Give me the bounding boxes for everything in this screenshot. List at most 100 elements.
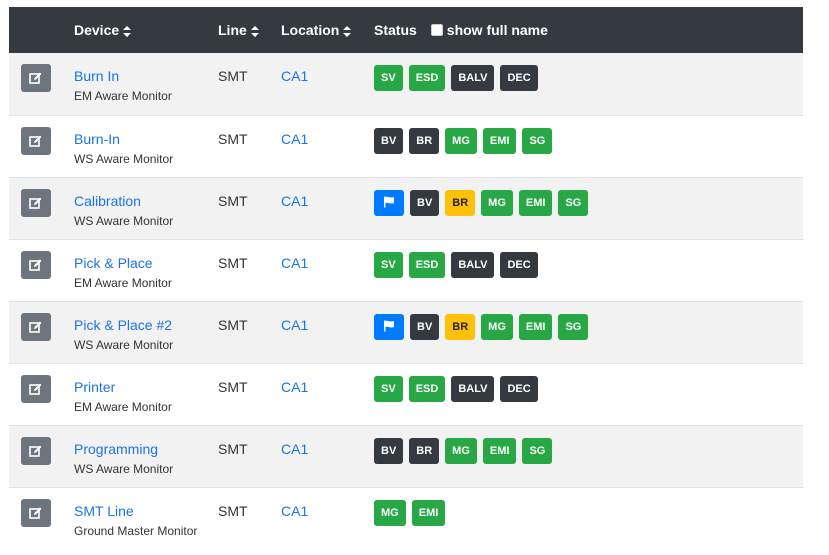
location-column-header[interactable]: Location <box>281 7 374 53</box>
device-name-link[interactable]: Programming <box>74 441 218 457</box>
device-cell: Programming WS Aware Monitor <box>74 425 218 487</box>
status-cell: SV ESD BALV DEC <box>374 53 803 115</box>
location-cell: CA1 <box>281 53 374 115</box>
edit-cell <box>9 115 74 177</box>
location-cell: CA1 <box>281 177 374 239</box>
device-cell: SMT Line Ground Master Monitor <box>74 487 218 549</box>
status-badge: BALV <box>451 375 495 402</box>
status-badge: EMI <box>518 313 553 340</box>
location-cell: CA1 <box>281 487 374 549</box>
status-badges: SV ESD BALV DEC <box>374 375 803 402</box>
line-cell: SMT <box>218 487 281 549</box>
device-cell: Pick & Place EM Aware Monitor <box>74 239 218 301</box>
edit-button[interactable] <box>21 374 51 403</box>
device-name-link[interactable]: SMT Line <box>74 503 218 519</box>
location-link[interactable]: CA1 <box>281 441 374 457</box>
device-cell: Burn-In WS Aware Monitor <box>74 115 218 177</box>
device-monitor-type: WS Aware Monitor <box>74 337 174 352</box>
location-link[interactable]: CA1 <box>281 255 374 271</box>
edit-button[interactable] <box>21 436 51 465</box>
line-cell: SMT <box>218 115 281 177</box>
edit-button[interactable] <box>21 64 51 92</box>
line-header-label: Line <box>218 22 247 38</box>
status-badge: EMI <box>482 127 517 154</box>
status-badge: BR <box>409 437 440 464</box>
status-badge: EMI <box>482 437 517 464</box>
edit-cell <box>9 363 74 425</box>
flag-icon <box>383 320 395 333</box>
flag-icon <box>383 196 395 209</box>
device-monitor-type: EM Aware Monitor <box>74 89 172 103</box>
show-full-name-label[interactable]: show full name <box>447 22 548 38</box>
edit-cell <box>9 239 74 301</box>
line-cell: SMT <box>218 425 281 487</box>
sort-icon <box>250 25 259 37</box>
device-header-label: Device <box>74 22 120 38</box>
line-value: SMT <box>218 130 248 147</box>
status-badge: BR <box>409 127 440 154</box>
status-cell: MG EMI <box>374 487 803 549</box>
location-link[interactable]: CA1 <box>281 68 374 84</box>
status-header-label: Status <box>374 22 417 38</box>
status-badges: MG EMI <box>374 499 803 526</box>
table-row: Programming WS Aware Monitor SMT CA1 BV BR MG E… <box>9 425 803 487</box>
device-name-link[interactable]: Calibration <box>74 193 218 209</box>
status-badges: BV BR MG EMI SG <box>374 437 803 464</box>
status-badge: SG <box>522 127 553 154</box>
status-badge: ESD <box>408 65 446 91</box>
status-badge: MG <box>481 313 513 340</box>
line-cell: SMT <box>218 177 281 239</box>
device-monitor-type: WS Aware Monitor <box>74 461 174 476</box>
device-name-link[interactable]: Burn In <box>74 68 218 84</box>
device-name-link[interactable]: Pick & Place <box>74 255 218 271</box>
location-cell: CA1 <box>281 425 374 487</box>
flag-badge <box>374 189 404 216</box>
status-badges: SV ESD BALV DEC <box>374 65 803 91</box>
status-badges: BV BR MG EMI SG <box>374 189 803 216</box>
status-badge: SG <box>522 437 553 464</box>
status-badge: BV <box>374 437 404 464</box>
status-badge: EMI <box>411 499 446 526</box>
location-header-label: Location <box>281 22 340 38</box>
status-cell: BV BR MG EMI SG <box>374 301 803 363</box>
device-cell: Calibration WS Aware Monitor <box>74 177 218 239</box>
edit-button[interactable] <box>21 250 51 279</box>
status-badge: EMI <box>518 189 553 216</box>
status-cell: SV ESD BALV DEC <box>374 363 803 425</box>
location-link[interactable]: CA1 <box>281 131 374 147</box>
flag-badge <box>374 313 404 340</box>
device-name-link[interactable]: Burn-In <box>74 131 218 147</box>
edit-button[interactable] <box>21 312 51 341</box>
status-badge: SV <box>374 251 403 278</box>
device-name-link[interactable]: Pick & Place #2 <box>74 317 218 333</box>
location-link[interactable]: CA1 <box>281 317 374 333</box>
table-row: Calibration WS Aware Monitor SMT CA1 BV BR MG E… <box>9 177 803 239</box>
line-value: SMT <box>218 254 248 271</box>
line-value: SMT <box>218 378 248 395</box>
location-link[interactable]: CA1 <box>281 193 374 209</box>
status-badge: SV <box>374 65 403 91</box>
edit-button[interactable] <box>21 498 51 527</box>
line-column-header[interactable]: Line <box>218 7 281 53</box>
location-link[interactable]: CA1 <box>281 503 374 519</box>
status-cell: BV BR MG EMI SG <box>374 177 803 239</box>
location-link[interactable]: CA1 <box>281 379 374 395</box>
status-badge: SG <box>558 313 589 340</box>
status-badge: DEC <box>500 375 538 402</box>
device-column-header[interactable]: Device <box>74 7 218 53</box>
edit-column-header <box>9 7 74 53</box>
line-value: SMT <box>218 502 248 519</box>
edit-button[interactable] <box>21 188 51 217</box>
device-name-link[interactable]: Printer <box>74 379 218 395</box>
location-cell: CA1 <box>281 115 374 177</box>
edit-cell <box>9 487 74 549</box>
edit-button[interactable] <box>21 126 51 155</box>
location-cell: CA1 <box>281 301 374 363</box>
status-badge: BR <box>445 313 476 340</box>
status-badges: SV ESD BALV DEC <box>374 251 803 278</box>
line-value: SMT <box>218 440 248 457</box>
show-full-name-checkbox[interactable] <box>430 24 443 36</box>
status-badges: BV BR MG EMI SG <box>374 127 803 154</box>
device-table: Device Line Location Status show full nam… <box>9 7 803 549</box>
status-badge: ESD <box>408 251 446 278</box>
